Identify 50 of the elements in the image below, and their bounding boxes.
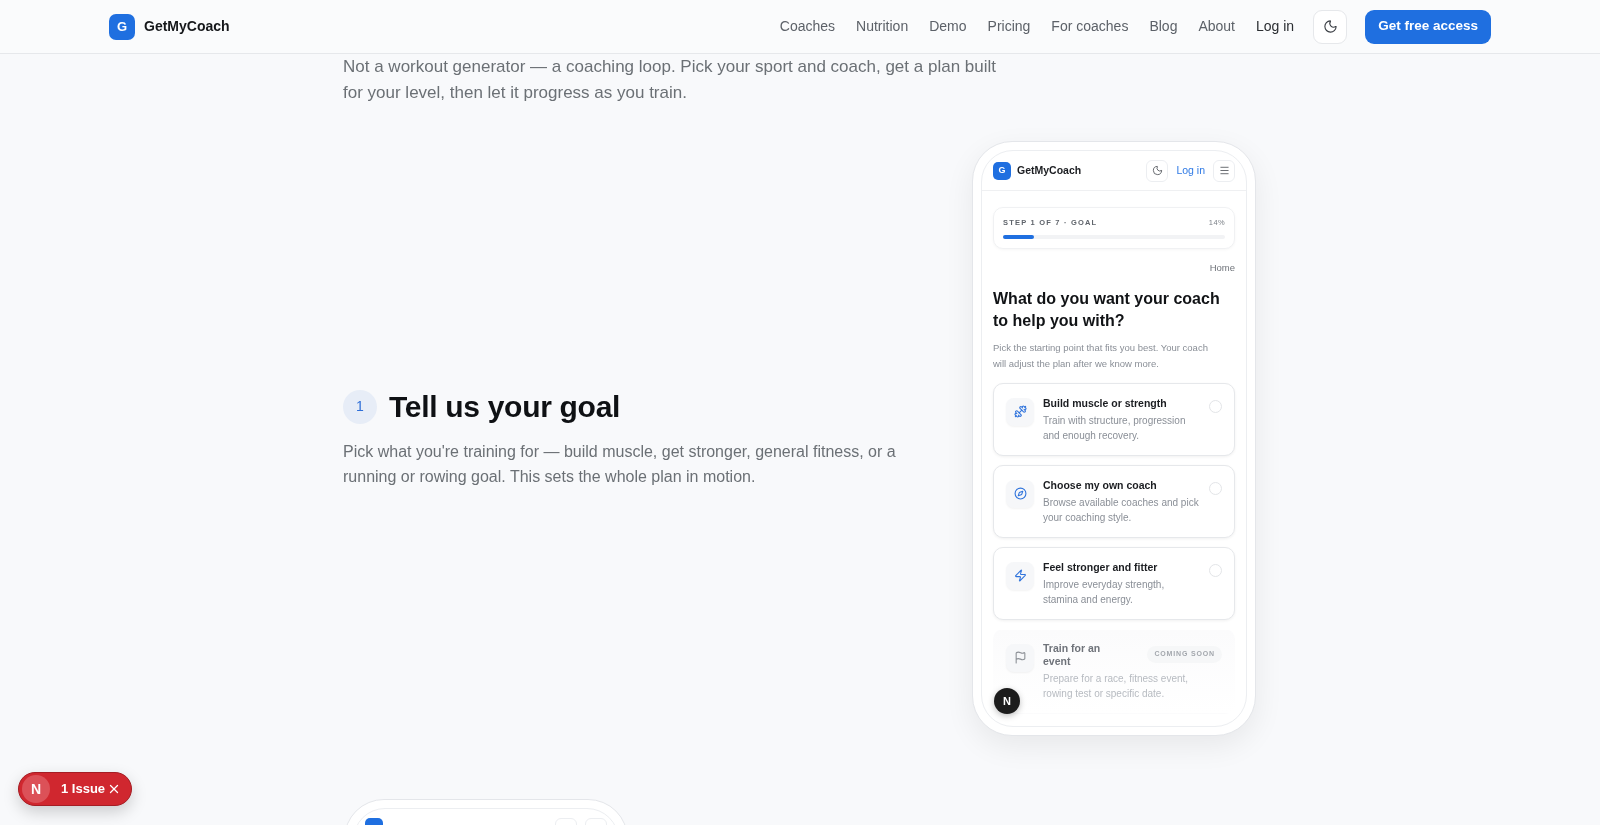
compass-icon bbox=[1006, 479, 1034, 508]
option-title: Choose my own coach bbox=[1043, 477, 1157, 492]
step-heading: Tell us your goal bbox=[389, 388, 621, 425]
step-number: 1 bbox=[343, 389, 377, 424]
login-link[interactable]: Log in bbox=[1256, 16, 1295, 37]
goal-option[interactable]: Build muscle or strength Train with structure, progression and enough recovery. bbox=[993, 382, 1235, 456]
step-description: Pick what you're training for — build muscle, get stronger, general fitness, or a running or rowing goal. This sets the whole plan in motion. bbox=[343, 441, 897, 487]
nav-link[interactable]: Blog bbox=[1149, 16, 1178, 37]
nav-link[interactable]: Nutrition bbox=[856, 16, 909, 37]
intro-text: Not a workout generator — a coaching loop. Pick your sport and coach, get a plan built for your level, then let it progress as you train. bbox=[343, 56, 997, 104]
radio-button[interactable] bbox=[1209, 481, 1222, 495]
moon-icon bbox=[1151, 165, 1163, 176]
brand-name[interactable]: GetMyCoach bbox=[144, 16, 230, 37]
lightning-icon bbox=[1006, 561, 1034, 590]
dev-tools-logo[interactable]: N bbox=[22, 775, 50, 803]
close-icon bbox=[107, 782, 121, 796]
logo[interactable]: G bbox=[109, 13, 135, 40]
radio-button[interactable] bbox=[1209, 563, 1222, 577]
close-button[interactable] bbox=[107, 782, 121, 796]
menu-button[interactable] bbox=[1213, 159, 1235, 182]
moon-icon bbox=[1322, 19, 1338, 34]
option-description: Train with structure, progression and enough recovery. bbox=[1043, 413, 1187, 443]
flag-icon bbox=[1006, 643, 1034, 672]
option-title: Train for an event bbox=[1043, 641, 1102, 668]
option-description: Improve everyday strength, stamina and energy. bbox=[1043, 577, 1166, 607]
option-title: Feel stronger and fitter bbox=[1043, 559, 1158, 574]
menu-icon bbox=[1218, 165, 1230, 176]
logo[interactable]: G bbox=[993, 161, 1011, 180]
brand-name[interactable]: GetMyCoach bbox=[1017, 162, 1082, 179]
goal-option[interactable]: Choose my own coach Browse available coaches and pick your coaching style. bbox=[993, 464, 1235, 538]
question-heading: What do you want your coach to help you with? bbox=[993, 288, 1221, 331]
nav-link[interactable]: Demo bbox=[929, 16, 967, 37]
dumbbell-icon bbox=[1006, 397, 1034, 426]
goal-option[interactable]: Feel stronger and fitter Improve everyday strength, stamina and energy. bbox=[993, 546, 1235, 620]
option-title: Build muscle or strength bbox=[1043, 395, 1167, 410]
theme-toggle-button[interactable] bbox=[1313, 9, 1348, 44]
login-link[interactable]: Log in bbox=[1174, 162, 1207, 179]
radio-button[interactable] bbox=[1209, 399, 1222, 413]
nav-link[interactable]: About bbox=[1198, 16, 1235, 37]
issue-badge[interactable]: N 1 Issue bbox=[18, 772, 132, 806]
issues-button[interactable]: 1 Issue bbox=[61, 779, 106, 799]
nav-link[interactable]: Coaches bbox=[779, 16, 836, 37]
cta-button[interactable]: Get free access bbox=[1365, 9, 1491, 44]
question-hint: Pick the starting point that fits you best. Your coach will adjust the plan after we know more. bbox=[993, 340, 1209, 371]
nav-link[interactable]: Pricing bbox=[987, 16, 1031, 37]
option-description: Prepare for a race, fitness event, rowing test or specific date. bbox=[1043, 671, 1190, 701]
home-link[interactable]: Home bbox=[1209, 261, 1235, 276]
option-description: Browse available coaches and pick your coaching style. bbox=[1043, 495, 1200, 525]
theme-toggle-button[interactable] bbox=[1146, 159, 1169, 182]
nav-link[interactable]: For coaches bbox=[1051, 16, 1129, 37]
